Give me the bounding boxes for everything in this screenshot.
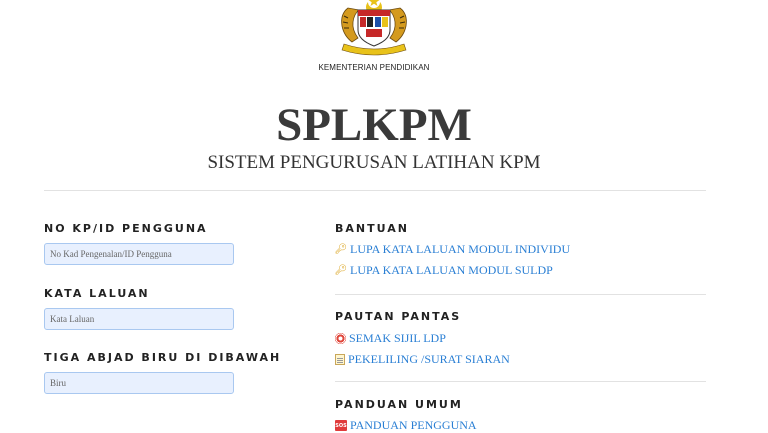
forgot-password-suldp-link[interactable]: 🔑︎ LUPA KATA LALUAN MODUL SULDP: [335, 263, 553, 278]
header-divider: [44, 190, 706, 191]
memo-icon: [335, 354, 345, 365]
section-divider: [335, 381, 706, 382]
ministry-name: KEMENTERIAN PENDIDIKAN: [318, 63, 430, 72]
forgot-password-suldp-label: LUPA KATA LALUAN MODUL SULDP: [350, 263, 553, 277]
page-title: SPLKPM: [276, 99, 472, 151]
pekeliling-link[interactable]: PEKELILING /SURAT SIARAN: [335, 352, 510, 367]
password-input[interactable]: [44, 308, 234, 330]
captcha-label: TIGA ABJAD BIRU DI DIBAWAH: [44, 351, 282, 364]
password-label: KATA LALUAN: [44, 287, 150, 300]
coat-of-arms-logo: [341, 0, 407, 56]
page-subtitle: SISTEM PENGURUSAN LATIHAN KPM: [207, 152, 541, 173]
captcha-input[interactable]: [44, 372, 234, 394]
semak-sijil-link[interactable]: SEMAK SIJIL LDP: [335, 331, 446, 346]
panduan-heading: PANDUAN UMUM: [335, 398, 463, 411]
key-icon: 🔑︎: [334, 265, 348, 276]
forgot-password-individu-label: LUPA KATA LALUAN MODUL INDIVIDU: [350, 242, 571, 256]
bantuan-heading: BANTUAN: [335, 222, 409, 235]
pekeliling-label: PEKELILING /SURAT SIARAN: [348, 352, 510, 366]
key-icon: 🔑︎: [334, 244, 348, 255]
id-label: NO KP/ID PENGGUNA: [44, 222, 208, 235]
semak-sijil-label: SEMAK SIJIL LDP: [349, 331, 446, 345]
panduan-pengguna-link[interactable]: SOS PANDUAN PENGGUNA: [335, 418, 477, 433]
id-input[interactable]: [44, 243, 234, 265]
forgot-password-individu-link[interactable]: 🔑︎ LUPA KATA LALUAN MODUL INDIVIDU: [334, 242, 571, 257]
pautan-heading: PAUTAN PANTAS: [335, 310, 462, 323]
section-divider: [335, 294, 706, 295]
target-icon: [335, 333, 346, 344]
panduan-pengguna-label: PANDUAN PENGGUNA: [350, 418, 477, 432]
sos-icon: SOS: [335, 420, 347, 431]
